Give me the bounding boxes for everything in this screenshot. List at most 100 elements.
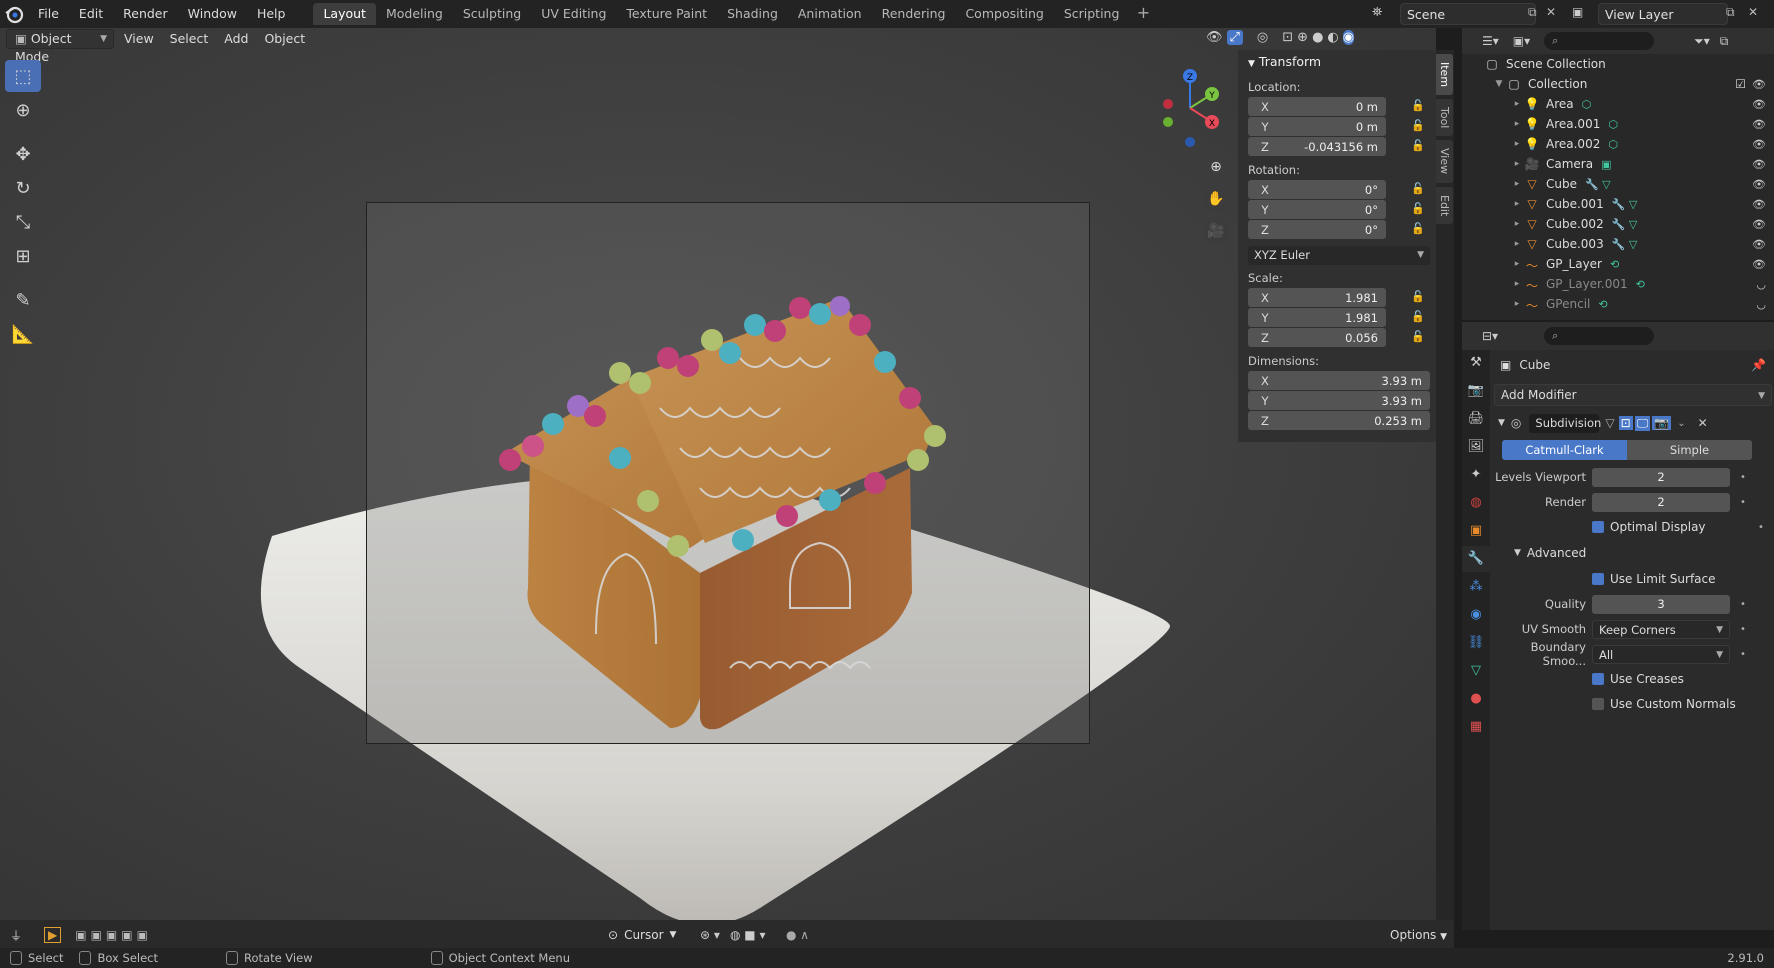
cage-toggle-icon[interactable]: ⊡ <box>1618 416 1633 430</box>
menu-help[interactable]: Help <box>247 0 296 28</box>
expand-arrow-icon[interactable]: ▸ <box>1510 179 1524 189</box>
uv-smooth-dropdown[interactable]: Keep Corners ▼ <box>1592 619 1730 639</box>
tab-item[interactable]: Item <box>1436 54 1453 96</box>
collapse-arrow-icon[interactable]: ▼ <box>1498 418 1505 428</box>
optimal-display-checkbox[interactable] <box>1592 521 1604 533</box>
eye-closed-icon[interactable]: ◡ <box>1756 278 1766 291</box>
lock-icon[interactable]: 🔓 <box>1410 310 1426 326</box>
render-tab-icon[interactable]: 📷 <box>1462 378 1490 404</box>
keyframe-dot-icon[interactable]: • <box>1736 624 1750 635</box>
lock-icon[interactable]: 🔓 <box>1410 330 1426 346</box>
location-y-field[interactable]: Y 0 m <box>1248 117 1386 136</box>
keyframe-dot-icon[interactable]: • <box>1736 599 1750 610</box>
eye-closed-icon[interactable]: ◡ <box>1756 298 1766 311</box>
keyframe-dot-icon[interactable]: • <box>1754 522 1768 533</box>
dimension-x-field[interactable]: X 3.93 m <box>1248 371 1430 390</box>
simple-button[interactable]: Simple <box>1627 440 1752 460</box>
chevron-down-icon[interactable]: ⌄ <box>1677 418 1685 429</box>
object-data-icon[interactable]: ⟲ <box>1636 278 1645 291</box>
expand-arrow-icon[interactable]: ▼ <box>1492 79 1506 89</box>
view-layer-icon[interactable]: ▣ <box>1572 5 1583 19</box>
pivot-dropdown[interactable]: ⊙ Cursor ▼ <box>608 928 676 942</box>
select-tool-icon[interactable]: ▶ <box>44 927 62 943</box>
modifier-name-field[interactable]: Subdivision <box>1529 413 1601 433</box>
tab-compositing[interactable]: Compositing <box>955 3 1053 25</box>
editor-type-icon[interactable]: ⊟▾ <box>1482 329 1498 343</box>
keyframe-dot-icon[interactable]: • <box>1736 472 1750 483</box>
levels-viewport-field[interactable]: 2 <box>1592 467 1730 487</box>
outliner-item-row[interactable]: ▸ 〜 GPencil ⟲ ◡ <box>1462 294 1774 314</box>
blender-logo-icon[interactable] <box>0 0 28 28</box>
constraints-tab-icon[interactable]: ⛓ <box>1462 630 1490 656</box>
tab-view[interactable]: View <box>1436 140 1453 183</box>
object-data-icon[interactable]: ⬡ <box>1608 138 1618 151</box>
select-mode-icons[interactable]: ▣▣▣▣▣ <box>75 928 152 942</box>
outliner-item-row[interactable]: ▸ 💡 Area ⬡ 👁 <box>1462 94 1774 114</box>
object-data-icon[interactable]: ⬡ <box>1608 118 1618 131</box>
data-tab-icon[interactable]: ▽ <box>1462 658 1490 684</box>
pin-icon[interactable]: 📌 <box>1751 358 1766 372</box>
use-limit-surface-row[interactable]: Use Limit Surface <box>1494 568 1772 590</box>
eye-icon[interactable]: 👁 <box>1752 258 1766 271</box>
menu-window[interactable]: Window <box>178 0 247 28</box>
tab-uv-editing[interactable]: UV Editing <box>531 3 616 25</box>
use-custom-normals-checkbox[interactable] <box>1592 698 1604 710</box>
outliner-item-row[interactable]: ▸ ▽ Cube.002 🔧 ▽ 👁 <box>1462 214 1774 234</box>
eye-icon[interactable]: 👁 <box>1752 158 1766 171</box>
outliner-item-row[interactable]: ▸ 🎥 Camera ▣ 👁 <box>1462 154 1774 174</box>
outliner-item-row[interactable]: ▸ 〜 GP_Layer ⟲ 👁 <box>1462 254 1774 274</box>
lock-icon[interactable]: 🔓 <box>1410 119 1426 135</box>
use-custom-normals-row[interactable]: Use Custom Normals <box>1494 693 1772 715</box>
tab-animation[interactable]: Animation <box>788 3 872 25</box>
expand-arrow-icon[interactable]: ▸ <box>1510 279 1524 289</box>
eye-icon[interactable]: 👁 <box>1752 178 1766 191</box>
eye-icon[interactable]: 👁 <box>1752 218 1766 231</box>
tab-texture-paint[interactable]: Texture Paint <box>616 3 717 25</box>
use-creases-checkbox[interactable] <box>1592 673 1604 685</box>
panel-title[interactable]: ▼ Transform <box>1238 50 1436 74</box>
render-levels-field[interactable]: 2 <box>1592 492 1730 512</box>
outliner-item-row[interactable]: ▸ 💡 Area.002 ⬡ 👁 <box>1462 134 1774 154</box>
view-layer-field[interactable]: View Layer <box>1598 3 1728 25</box>
object-data-icon[interactable]: 🔧 ▽ <box>1612 218 1638 231</box>
expand-arrow-icon[interactable]: ▸ <box>1510 139 1524 149</box>
add-workspace-icon[interactable]: + <box>1133 4 1153 24</box>
object-data-icon[interactable]: ⟲ <box>1598 298 1607 311</box>
scene-selector-icon[interactable]: ⛯ <box>1372 5 1382 20</box>
object-data-icon[interactable]: ⬡ <box>1582 98 1592 111</box>
viewport-toggle-icon[interactable]: 🖵 <box>1634 415 1651 431</box>
rotation-mode-dropdown[interactable]: XYZ Euler ▼ <box>1248 246 1430 265</box>
lock-icon[interactable]: 🔓 <box>1410 139 1426 155</box>
zoom-icon[interactable]: ⊕ <box>1203 154 1229 180</box>
checkbox-icon[interactable]: ☑ <box>1735 77 1746 91</box>
new-view-layer-icon[interactable]: ⧉ <box>1726 5 1735 20</box>
scene-collection-row[interactable]: ▢ Scene Collection <box>1462 54 1774 74</box>
object-data-icon[interactable]: ▣ <box>1601 158 1611 171</box>
location-x-field[interactable]: X 0 m <box>1248 97 1386 116</box>
eye-icon[interactable]: 👁 <box>1752 98 1766 111</box>
scale-z-field[interactable]: Z 0.056 <box>1248 328 1386 347</box>
lock-icon[interactable]: 🔓 <box>1410 202 1426 218</box>
navigation-gizmo[interactable]: Z Y X <box>1150 58 1230 158</box>
keyframe-dot-icon[interactable]: • <box>1736 497 1750 508</box>
filter-icon[interactable]: ⏷▾ <box>1694 34 1710 49</box>
editor-type-icon[interactable]: ⏚ <box>10 927 22 944</box>
rotation-z-field[interactable]: Z 0° <box>1248 220 1386 239</box>
catmull-clark-button[interactable]: Catmull-Clark <box>1502 440 1627 460</box>
close-icon[interactable]: ✕ <box>1698 416 1708 430</box>
rotation-y-field[interactable]: Y 0° <box>1248 200 1386 219</box>
delete-scene-icon[interactable]: ✕ <box>1546 5 1556 19</box>
scale-y-field[interactable]: Y 1.981 <box>1248 308 1386 327</box>
expand-arrow-icon[interactable]: ▸ <box>1510 239 1524 249</box>
lock-icon[interactable]: 🔓 <box>1410 290 1426 306</box>
eye-icon[interactable]: 👁 <box>1752 78 1766 91</box>
3d-viewport[interactable]: ▣ Object Mode ▼ View Select Add Object 👁 ⤢… <box>0 28 1436 930</box>
tab-sculpting[interactable]: Sculpting <box>453 3 531 25</box>
outliner-search-input[interactable]: ⌕ <box>1544 32 1655 50</box>
material-tab-icon[interactable]: ● <box>1462 686 1490 712</box>
eye-icon[interactable]: 👁 <box>1752 138 1766 151</box>
expand-arrow-icon[interactable]: ▸ <box>1510 159 1524 169</box>
collection-row[interactable]: ▼ ▢ Collection ☑ 👁 <box>1462 74 1774 94</box>
outliner-item-row[interactable]: ▸ 💡 Area.001 ⬡ 👁 <box>1462 114 1774 134</box>
editor-type-icon[interactable]: ☰▾ <box>1482 34 1499 48</box>
